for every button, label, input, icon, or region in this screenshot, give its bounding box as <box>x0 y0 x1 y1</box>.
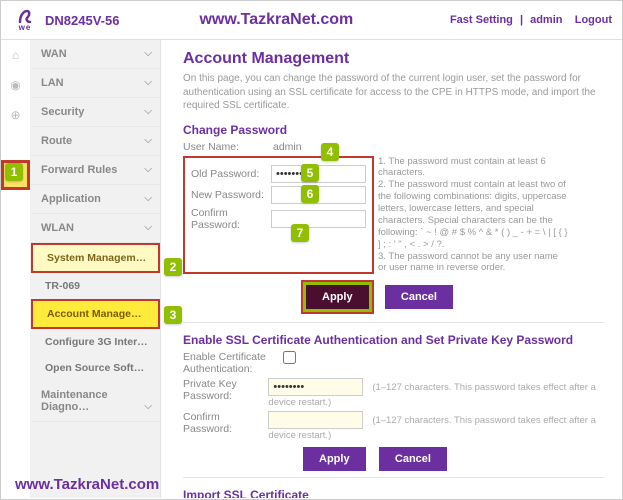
row-username: User Name: admin <box>183 141 604 153</box>
chevron-down-icon: ⌵ <box>144 135 152 146</box>
main-layout: ⌂ ◉ ⊕ ☰ WAN⌵ LAN⌵ Security⌵ Route⌵ Forwa… <box>1 40 622 498</box>
ssl-button-row: Apply Cancel <box>303 447 604 471</box>
step-badge-6: 6 <box>301 185 319 203</box>
fast-setting-link[interactable]: Fast Setting <box>450 14 513 26</box>
page-title: Account Management <box>183 50 604 68</box>
apply-password-button[interactable]: Apply <box>303 282 372 312</box>
rail-blank1 <box>1 130 30 160</box>
watermark-bottom: www.TazkraNet.com <box>15 476 159 493</box>
rail-wifi-icon[interactable]: ◉ <box>1 70 30 100</box>
section-import-cert: Import SSL Certificate <box>183 488 604 498</box>
brand-text: we <box>11 23 39 32</box>
sidebar-group-lan[interactable]: LAN⌵ <box>31 69 160 98</box>
sidebar-group-wan[interactable]: WAN⌵ <box>31 40 160 69</box>
page-intro: On this page, you can change the passwor… <box>183 72 604 113</box>
rail-home-icon[interactable]: ⌂ <box>1 40 30 70</box>
sidebar-group-application[interactable]: Application⌵ <box>31 185 160 214</box>
chevron-down-icon: ⌵ <box>144 164 152 175</box>
brand-logo: we <box>11 9 39 32</box>
cancel-ssl-button[interactable]: Cancel <box>379 447 447 471</box>
sidebar-group-maintenance[interactable]: Maintenance Diagno…⌵ <box>31 381 160 422</box>
section-ssl: Enable SSL Certificate Authentication an… <box>183 333 604 347</box>
chevron-down-icon: ⌵ <box>144 222 152 233</box>
sidebar-group-forward-rules[interactable]: Forward Rules⌵ <box>31 156 160 185</box>
enable-cert-checkbox[interactable] <box>283 351 296 364</box>
private-key-pw-input[interactable] <box>268 378 363 396</box>
password-requirements: 1. The password must contain at least 6 … <box>378 156 568 275</box>
value-username: admin <box>273 141 302 153</box>
sidebar-group-route[interactable]: Route⌵ <box>31 127 160 156</box>
label-private-key-pw: Private Key Password: <box>183 378 268 402</box>
step-badge-1: 1 <box>5 163 23 181</box>
cancel-password-button[interactable]: Cancel <box>385 285 453 309</box>
step-badge-7: 7 <box>291 224 309 242</box>
step-badge-5: 5 <box>301 164 319 182</box>
sidebar: WAN⌵ LAN⌵ Security⌵ Route⌵ Forward Rules… <box>31 40 161 498</box>
sidebar-group-wlan[interactable]: WLAN⌵ <box>31 214 160 243</box>
sidebar-item-account-management[interactable]: Account Management <box>31 299 160 329</box>
device-model: DN8245V-56 <box>45 13 119 28</box>
topbar: we DN8245V-56 www.TazkraNet.com Fast Set… <box>1 1 622 39</box>
label-new-password: New Password: <box>191 189 271 201</box>
step-badge-3: 3 <box>164 306 182 324</box>
chevron-down-icon: ⌵ <box>144 193 152 204</box>
label-confirm-pk-pw: Confirm Password: <box>183 411 268 435</box>
label-username: User Name: <box>183 141 273 153</box>
chevron-down-icon: ⌵ <box>144 77 152 88</box>
sidebar-item-open-source[interactable]: Open Source Softwa… <box>31 355 160 381</box>
apply-ssl-button[interactable]: Apply <box>303 447 366 471</box>
step-badge-2: 2 <box>164 258 182 276</box>
section-change-password: Change Password <box>183 123 604 137</box>
sidebar-item-configure-3g[interactable]: Configure 3G Inter… <box>31 329 160 355</box>
confirm-password-input[interactable] <box>271 210 366 228</box>
icon-rail: ⌂ ◉ ⊕ ☰ <box>1 40 31 498</box>
chevron-down-icon: ⌵ <box>144 48 152 59</box>
label-old-password: Old Password: <box>191 168 271 180</box>
sidebar-item-system-management[interactable]: System Management <box>31 243 160 273</box>
confirm-pk-pw-input[interactable] <box>268 411 363 429</box>
rail-globe-icon[interactable]: ⊕ <box>1 100 30 130</box>
step-badge-4: 4 <box>321 143 339 161</box>
sidebar-item-tr069[interactable]: TR-069 <box>31 273 160 299</box>
logout-link[interactable]: Logout <box>575 14 612 26</box>
chevron-down-icon: ⌵ <box>144 106 152 117</box>
label-enable-cert: Enable Certificate Authentication: <box>183 351 283 375</box>
admin-link[interactable]: admin <box>530 14 562 26</box>
content-pane: Account Management On this page, you can… <box>161 40 622 498</box>
password-form-box: Old Password: New Password: Confirm Pass… <box>183 156 374 275</box>
header-links: Fast Setting | admin Logout <box>450 14 612 26</box>
sidebar-group-security[interactable]: Security⌵ <box>31 98 160 127</box>
watermark-top: www.TazkraNet.com <box>199 11 353 29</box>
chevron-down-icon: ⌵ <box>144 401 152 412</box>
label-confirm-password: Confirm Password: <box>191 207 271 231</box>
password-button-row: Apply Cancel <box>303 282 604 312</box>
